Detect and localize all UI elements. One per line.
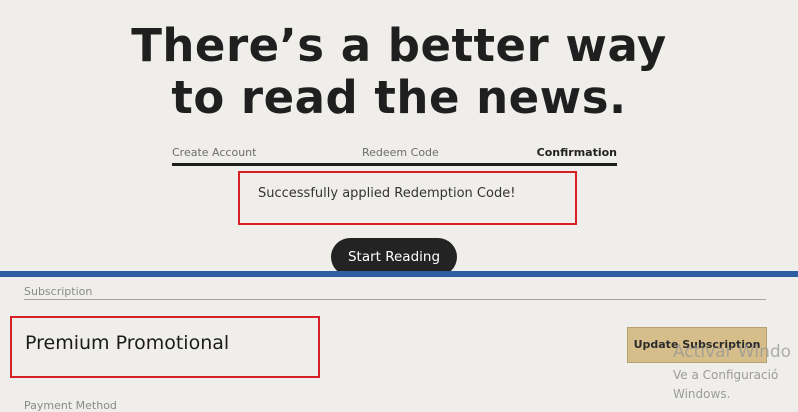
subscription-section-label: Subscription <box>24 285 93 298</box>
activation-watermark-line1: Ve a Configuració <box>673 368 779 382</box>
step-redeem-code: Redeem Code <box>362 146 439 159</box>
payment-method-label: Payment Method <box>24 399 117 412</box>
headline-line-1: There’s a better way <box>131 19 667 72</box>
step-confirmation: Confirmation <box>536 146 617 159</box>
hero-headline: There’s a better way to read the news. <box>0 20 798 124</box>
progress-bar <box>172 163 617 166</box>
section-divider <box>24 299 766 300</box>
step-create-account: Create Account <box>172 146 257 159</box>
headline-line-2: to read the news. <box>171 71 627 124</box>
success-message: Successfully applied Redemption Code! <box>258 186 516 201</box>
activation-watermark-title: Activar Windo <box>673 342 792 362</box>
activation-watermark-line2: Windows. <box>673 387 731 401</box>
subscription-plan-name: Premium Promotional <box>25 332 230 354</box>
